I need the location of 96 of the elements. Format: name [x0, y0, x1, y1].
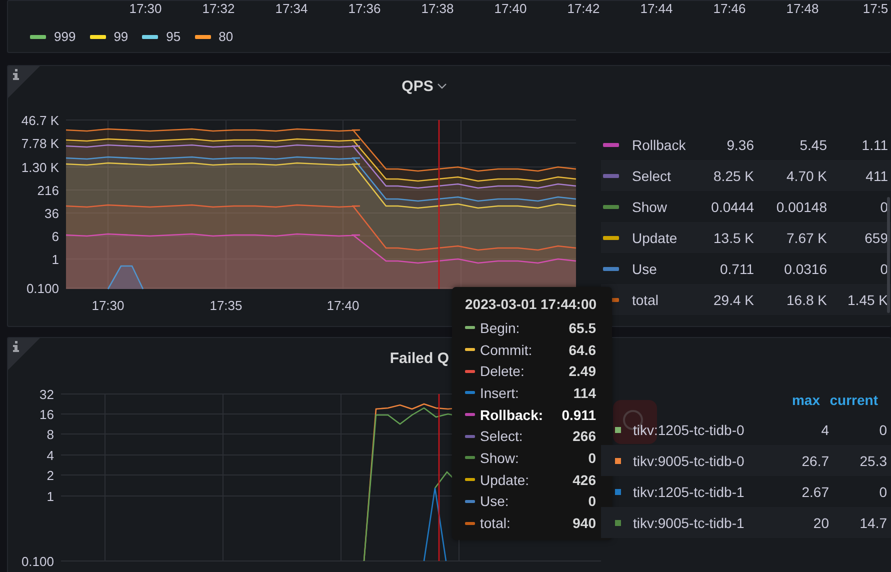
series-name[interactable]: total: [632, 292, 692, 308]
legend-value: 1.45 K: [846, 292, 888, 308]
tooltip-label: Insert:: [480, 384, 520, 401]
tooltip-label: Delete:: [480, 363, 526, 380]
legend-value: 8.25 K: [712, 168, 754, 184]
tooltip-label: Rollback:: [480, 406, 544, 423]
legend-label[interactable]: 999: [54, 29, 76, 44]
tooltip-value: 0: [588, 493, 596, 510]
legend-value: 20: [812, 514, 829, 530]
legend-value: 0: [878, 422, 887, 438]
axis-label: 7.78 K: [21, 136, 59, 151]
tooltip-value: 426: [572, 472, 596, 488]
series-name[interactable]: Show: [632, 198, 692, 214]
tooltip-value: 2.49: [568, 363, 596, 380]
legend-value: 0.0444: [710, 198, 754, 214]
legend-value: 0.0316: [783, 260, 827, 276]
series-name[interactable]: Rollback: [632, 136, 692, 152]
axis-label: 17:44: [639, 1, 674, 16]
axis-label: 17:34: [274, 1, 309, 16]
axis-label: 2: [46, 468, 54, 483]
legend-label[interactable]: 80: [218, 29, 234, 44]
tooltip-label: Commit:: [480, 342, 534, 358]
axis-label: 1: [46, 489, 54, 504]
panel-title[interactable]: Failed Q: [390, 350, 449, 366]
legend-value: 0.711: [719, 260, 754, 276]
axis-label: 1.30 K: [21, 160, 59, 175]
axis-label: 17:42: [566, 1, 601, 16]
axis-label: 0.100: [21, 554, 54, 569]
axis-label: 4: [46, 448, 54, 463]
axis-label: 32: [40, 387, 54, 402]
column-header[interactable]: current: [829, 392, 887, 408]
legend-value: 411: [864, 168, 888, 184]
legend-value: 26.7: [800, 452, 829, 468]
tooltip-label: Use:: [480, 493, 510, 510]
panel-title[interactable]: QPS: [402, 78, 434, 94]
scrollbar[interactable]: [887, 197, 890, 313]
series-name[interactable]: tikv:9005-tc-tidb-0: [633, 452, 759, 468]
chevron-down-icon[interactable]: [437, 83, 448, 89]
axis-label: 8: [46, 427, 54, 442]
tooltip-value: 0: [588, 450, 596, 466]
legend-value: 9.36: [726, 136, 754, 152]
axis-label: 216: [37, 183, 59, 198]
info-icon[interactable]: [12, 341, 20, 352]
axis-label: 17:35: [210, 298, 242, 313]
legend-label[interactable]: 95: [166, 29, 181, 44]
legend-value: 7.67 K: [786, 230, 827, 246]
axis-label: 36: [44, 206, 59, 221]
legend-value: 0.00148: [775, 198, 827, 214]
legend-value: 29.4 K: [712, 292, 754, 308]
legend-value: 2.67: [800, 484, 829, 500]
column-header[interactable]: max: [759, 392, 829, 408]
axis-label: 17:32: [201, 1, 236, 16]
tooltip-value: 114: [573, 384, 596, 401]
tooltip-label: Show:: [480, 450, 520, 466]
axis-label: 17:48: [785, 1, 820, 16]
tooltip-label: Update:: [480, 472, 530, 488]
tooltip-label: Select:: [480, 428, 524, 444]
legend-value: 5.45: [798, 136, 827, 152]
legend-value: 659: [864, 230, 888, 246]
series-name[interactable]: Update: [632, 230, 692, 246]
series-name[interactable]: tikv:1205-tc-tidb-0: [633, 422, 759, 438]
legend-value: 4.70 K: [786, 168, 827, 184]
series-name[interactable]: tikv:1205-tc-tidb-1: [633, 484, 759, 500]
axis-label: 17:36: [347, 1, 382, 16]
axis-label: 46.7 K: [21, 113, 59, 128]
tooltip-label: Begin:: [480, 320, 521, 336]
legend-label[interactable]: 99: [114, 29, 128, 44]
tooltip-value: 940: [572, 515, 596, 532]
series-name[interactable]: Select: [632, 168, 692, 184]
axis-label: 17:38: [420, 1, 455, 16]
series-name[interactable]: tikv:9005-tc-tidb-1: [633, 514, 759, 530]
axis-label: 6: [52, 229, 59, 244]
axis-label: 16: [40, 407, 54, 422]
axis-label: 17:40: [493, 1, 528, 16]
axis-label: 17:46: [712, 1, 747, 16]
axis-label: 17:40: [326, 298, 360, 313]
tooltip-value: 64.6: [568, 342, 596, 358]
legend-value: 13.5 K: [712, 230, 754, 246]
axis-label: 1: [52, 252, 59, 267]
axis-label: 17:30: [128, 1, 163, 16]
legend-value: 14.7: [858, 514, 887, 530]
info-icon[interactable]: [12, 69, 20, 80]
tooltip-label: total:: [480, 515, 512, 532]
tooltip-value: 266: [572, 428, 596, 444]
legend-value: 25.3: [858, 452, 887, 468]
tooltip-value: 65.5: [568, 320, 596, 336]
tooltip-time: 2023-03-01 17:44:00: [465, 296, 596, 312]
legend-value: 16.8 K: [786, 292, 827, 308]
legend-value: 1.11: [860, 136, 888, 152]
legend-value: 4: [820, 422, 829, 438]
tooltip-value: 0.911: [562, 406, 596, 423]
axis-label: 0.100: [26, 281, 59, 296]
axis-label: 17:30: [92, 298, 124, 313]
axis-label: 17:5: [862, 1, 890, 16]
legend-value: 0: [878, 484, 887, 500]
series-name[interactable]: Use: [632, 260, 692, 276]
